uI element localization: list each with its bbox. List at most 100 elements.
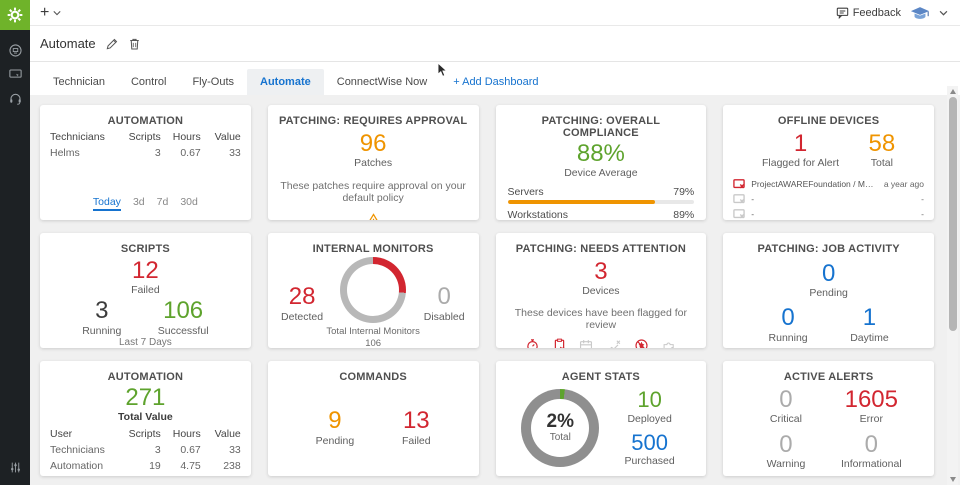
card-patching-job-activity: PATCHING: JOB ACTIVITY 0 Pending 0 Runni…: [723, 233, 934, 348]
servers-compliance-bar: Servers 79%: [507, 186, 695, 205]
card-automation-today: AUTOMATION Technicians Scripts Hours Val…: [40, 105, 251, 220]
monitors-donut-chart: [340, 257, 407, 323]
donut-caption: Total Internal Monitors 106: [326, 326, 420, 348]
plus-icon: +: [40, 3, 50, 21]
filter-sliders-icon[interactable]: [0, 455, 30, 479]
card-title: AGENT STATS: [561, 371, 640, 383]
card-active-alerts: ACTIVE ALERTS 0 Critical 1605 Error 0 Wa…: [723, 361, 934, 476]
bug-blocked-icon[interactable]: [634, 338, 649, 348]
nav-computers-icon[interactable]: [0, 62, 30, 86]
new-item-button[interactable]: +: [40, 3, 61, 21]
range-30d-link[interactable]: 30d: [180, 196, 198, 211]
card-title: INTERNAL MONITORS: [312, 243, 434, 255]
page-title: Automate: [40, 36, 96, 51]
scroll-down-arrow-icon[interactable]: [949, 477, 956, 482]
scrollbar-thumb[interactable]: [948, 97, 957, 331]
card-title: COMMANDS: [339, 371, 407, 383]
failed-count: 12: [132, 257, 159, 284]
tab-connectwise-now[interactable]: ConnectWise Now: [324, 69, 440, 95]
card-title: AUTOMATION: [107, 115, 184, 127]
card-title: PATCHING: JOB ACTIVITY: [757, 243, 900, 255]
successful-count: 106: [163, 297, 204, 325]
calendar-icon[interactable]: [579, 338, 593, 348]
range-links: Today 3d 7d 30d: [50, 196, 241, 214]
error-count: 1605: [844, 386, 898, 414]
detected-count: 28: [288, 283, 316, 311]
table-row: Automation System 19 4.75 238: [50, 460, 241, 473]
monitor-x-icon: [733, 194, 746, 205]
nav-monitoring-icon[interactable]: [0, 38, 30, 62]
card-patching-overall-compliance: PATCHING: OVERALL COMPLIANCE 88% Device …: [495, 105, 707, 220]
col-header: Scripts: [128, 428, 161, 441]
app-window: + Feedback Automate Technician Control F…: [0, 0, 960, 485]
daytime-count: 1: [862, 304, 877, 332]
card-title: OFFLINE DEVICES: [777, 115, 880, 127]
range-3d-link[interactable]: 3d: [133, 196, 145, 211]
approval-note: These patches require approval on your d…: [280, 180, 466, 205]
avatar[interactable]: [909, 5, 931, 21]
total-value: 271: [125, 384, 166, 411]
delete-trash-icon[interactable]: [128, 37, 141, 51]
col-header: Value: [214, 428, 241, 441]
workstations-compliance-bar: Workstations 89%: [508, 209, 695, 220]
top-bar: + Feedback: [30, 0, 960, 26]
review-note: These devices have been flagged for revi…: [514, 307, 687, 332]
device-average-value: 88%: [576, 140, 625, 167]
automate-logo[interactable]: [0, 0, 30, 30]
range-footer: Last 7 Days: [118, 336, 172, 348]
warning-count: 0: [779, 430, 793, 458]
chart-x-icon[interactable]: [606, 338, 621, 348]
col-header: Technicians: [50, 131, 105, 143]
running-count: 3: [95, 297, 109, 325]
top-bar-right: Feedback: [836, 5, 948, 21]
range-7d-link[interactable]: 7d: [157, 196, 169, 211]
offline-device-row: - -: [733, 207, 924, 220]
sidebar: [0, 0, 30, 485]
flagged-devices-count: 3: [594, 258, 608, 285]
col-header: Hours: [172, 428, 201, 441]
card-scripts: SCRIPTS 12 Failed 3 Running 106 Successf…: [40, 233, 251, 348]
card-internal-monitors: INTERNAL MONITORS 28 Detected Total Inte…: [267, 233, 479, 348]
range-today-link[interactable]: Today: [92, 196, 121, 211]
card-offline-devices: OFFLINE DEVICES 1 Flagged for Alert 58 T…: [723, 105, 934, 220]
device-average-label: Device Average: [564, 167, 638, 180]
card-automation-total: AUTOMATION 271 Total Value User Scripts …: [40, 361, 251, 476]
gear-icon: [6, 6, 24, 24]
disabled-count: 0: [437, 283, 451, 311]
chevron-down-icon: [53, 10, 61, 16]
tab-technician[interactable]: Technician: [40, 69, 118, 95]
scroll-up-arrow-icon[interactable]: [949, 89, 956, 94]
card-title: SCRIPTS: [120, 243, 170, 255]
tab-fly-outs[interactable]: Fly-Outs: [179, 69, 247, 95]
puzzle-icon[interactable]: [662, 338, 676, 348]
feedback-bubble-icon: [836, 7, 849, 19]
nav-support-headset-icon[interactable]: [0, 86, 30, 110]
patches-count: 96: [359, 130, 387, 157]
clipboard-x-icon[interactable]: [553, 338, 566, 348]
tab-automate[interactable]: Automate: [247, 69, 324, 95]
edit-pencil-icon[interactable]: [105, 37, 119, 51]
failed-count: 13: [402, 407, 430, 435]
add-dashboard-button[interactable]: + Add Dashboard: [440, 69, 551, 95]
feedback-button[interactable]: Feedback: [836, 7, 901, 19]
patches-label: Patches: [354, 157, 393, 170]
monitor-x-icon: [733, 179, 746, 190]
card-title: PATCHING: OVERALL COMPLIANCE: [541, 115, 661, 139]
account-chevron-down-icon[interactable]: [939, 10, 948, 16]
offline-device-row: - -: [733, 192, 924, 207]
tab-control[interactable]: Control: [118, 69, 179, 95]
card-agent-stats: AGENT STATS 2% Total 10 Deployed 500 Pur…: [495, 361, 707, 476]
feedback-label: Feedback: [852, 6, 901, 19]
flagged-count: 1: [793, 130, 808, 157]
running-count: 0: [781, 304, 795, 332]
pending-count: 0: [821, 260, 836, 287]
pending-count: 9: [328, 407, 342, 435]
col-header: User: [50, 428, 73, 441]
vertical-scrollbar[interactable]: [947, 86, 958, 485]
stopwatch-icon[interactable]: [525, 338, 540, 348]
offline-device-row[interactable]: ProjectAWAREFoundation / Main Office / S…: [733, 177, 924, 192]
dashboard-grid: AUTOMATION Technicians Scripts Hours Val…: [30, 95, 960, 485]
col-header: Hours: [172, 131, 201, 143]
table-row: Helms 3 0.67 33: [50, 147, 241, 159]
warning-triangle-icon[interactable]: [365, 213, 382, 220]
